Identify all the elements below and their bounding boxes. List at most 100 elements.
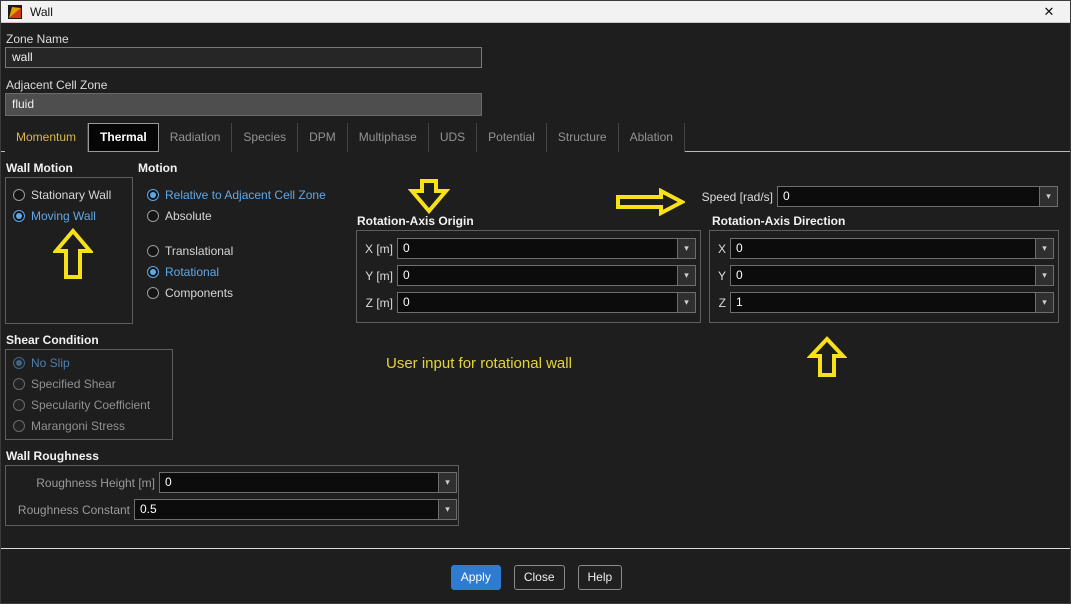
origin-z-combobox[interactable]: 0 ▾ (397, 292, 696, 313)
adjacent-cell-zone-label: Adjacent Cell Zone (6, 78, 107, 92)
chevron-down-icon[interactable]: ▾ (677, 266, 695, 285)
radio-icon (13, 378, 25, 390)
roughness-height-combobox[interactable]: 0 ▾ (159, 472, 457, 493)
tab-thermal[interactable]: Thermal (88, 123, 159, 152)
rotation-origin-title: Rotation-Axis Origin (357, 214, 474, 228)
chevron-down-icon[interactable]: ▾ (677, 293, 695, 312)
direction-z-value: 1 (731, 293, 1035, 312)
radio-specularity-coefficient[interactable]: Specularity Coefficient (13, 398, 150, 412)
roughness-constant-label: Roughness Constant (10, 503, 130, 517)
origin-z-value: 0 (398, 293, 677, 312)
help-button[interactable]: Help (578, 565, 623, 590)
radio-relative-to-adjacent[interactable]: Relative to Adjacent Cell Zone (147, 188, 326, 202)
direction-y-label: Y (716, 269, 726, 283)
radio-icon (147, 210, 159, 222)
radio-absolute[interactable]: Absolute (147, 209, 212, 223)
direction-y-value: 0 (731, 266, 1035, 285)
radio-label: Stationary Wall (31, 188, 111, 202)
radio-label: Specified Shear (31, 377, 116, 391)
origin-x-label: X [m] (363, 242, 393, 256)
direction-z-label: Z (716, 296, 726, 310)
tab-species[interactable]: Species (232, 123, 298, 152)
wall-roughness-title: Wall Roughness (6, 449, 99, 463)
roughness-constant-value: 0.5 (135, 500, 438, 519)
tab-potential[interactable]: Potential (477, 123, 547, 152)
radio-no-slip[interactable]: No Slip (13, 356, 70, 370)
apply-button[interactable]: Apply (451, 565, 501, 590)
radio-stationary-wall[interactable]: Stationary Wall (13, 188, 111, 202)
radio-label: Translational (165, 244, 233, 258)
tab-uds[interactable]: UDS (429, 123, 477, 152)
radio-icon (13, 357, 25, 369)
tabbar: Momentum Thermal Radiation Species DPM M… (5, 123, 685, 152)
radio-icon (147, 287, 159, 299)
radio-label: Components (165, 286, 233, 300)
zone-name-label: Zone Name (6, 32, 69, 46)
wall-motion-title: Wall Motion (6, 161, 73, 175)
wall-roughness-group: Roughness Height [m] 0 ▾ Roughness Const… (5, 465, 459, 526)
radio-label: Marangoni Stress (31, 419, 125, 433)
radio-label: Relative to Adjacent Cell Zone (165, 188, 326, 202)
radio-icon (13, 210, 25, 222)
chevron-down-icon[interactable]: ▾ (438, 473, 456, 492)
tab-momentum[interactable]: Momentum (5, 123, 88, 152)
radio-label: Moving Wall (31, 209, 96, 223)
tab-ablation[interactable]: Ablation (619, 123, 685, 152)
direction-x-label: X (716, 242, 726, 256)
radio-label: No Slip (31, 356, 70, 370)
radio-icon (13, 189, 25, 201)
rotation-direction-group: X 0 ▾ Y 0 ▾ Z 1 ▾ (709, 230, 1059, 323)
tab-radiation[interactable]: Radiation (159, 123, 233, 152)
radio-label: Specularity Coefficient (31, 398, 150, 412)
window-title: Wall (30, 5, 53, 19)
direction-y-combobox[interactable]: 0 ▾ (730, 265, 1054, 286)
annotation-note: User input for rotational wall (386, 355, 572, 372)
dialog-buttons: Apply Close Help (1, 565, 1071, 590)
zone-name-input[interactable]: wall (5, 47, 482, 68)
annotation-arrow-up-moving-wall (53, 228, 93, 280)
radio-icon (147, 266, 159, 278)
roughness-height-value: 0 (160, 473, 438, 492)
radio-moving-wall[interactable]: Moving Wall (13, 209, 96, 223)
chevron-down-icon[interactable]: ▾ (1035, 239, 1053, 258)
chevron-down-icon[interactable]: ▾ (1035, 293, 1053, 312)
chevron-down-icon[interactable]: ▾ (438, 500, 456, 519)
rotation-origin-group: X [m] 0 ▾ Y [m] 0 ▾ Z [m] 0 ▾ (356, 230, 701, 323)
radio-label: Absolute (165, 209, 212, 223)
radio-icon (13, 399, 25, 411)
origin-x-combobox[interactable]: 0 ▾ (397, 238, 696, 259)
wall-dialog: Wall ✕ Zone Name wall Adjacent Cell Zone… (0, 0, 1071, 604)
direction-x-value: 0 (731, 239, 1035, 258)
direction-x-combobox[interactable]: 0 ▾ (730, 238, 1054, 259)
radio-components[interactable]: Components (147, 286, 233, 300)
origin-y-value: 0 (398, 266, 677, 285)
radio-icon (147, 189, 159, 201)
radio-rotational[interactable]: Rotational (147, 265, 219, 279)
tab-multiphase[interactable]: Multiphase (348, 123, 429, 152)
origin-z-label: Z [m] (363, 296, 393, 310)
tab-dpm[interactable]: DPM (298, 123, 348, 152)
roughness-constant-combobox[interactable]: 0.5 ▾ (134, 499, 457, 520)
origin-y-label: Y [m] (363, 269, 393, 283)
app-icon (8, 5, 22, 19)
radio-icon (147, 245, 159, 257)
speed-combobox[interactable]: 0 ▾ (777, 186, 1058, 207)
motion-title: Motion (138, 161, 177, 175)
separator-line (1, 548, 1071, 549)
chevron-down-icon[interactable]: ▾ (677, 239, 695, 258)
radio-marangoni-stress[interactable]: Marangoni Stress (13, 419, 125, 433)
annotation-arrow-right-speed (615, 188, 685, 216)
chevron-down-icon[interactable]: ▾ (1039, 187, 1057, 206)
annotation-arrow-down-rotation-origin (408, 178, 450, 214)
radio-translational[interactable]: Translational (147, 244, 233, 258)
direction-z-combobox[interactable]: 1 ▾ (730, 292, 1054, 313)
radio-icon (13, 420, 25, 432)
radio-label: Rotational (165, 265, 219, 279)
origin-y-combobox[interactable]: 0 ▾ (397, 265, 696, 286)
annotation-arrow-up-rotation-direction (807, 336, 847, 378)
close-icon[interactable]: ✕ (1040, 3, 1058, 21)
radio-specified-shear[interactable]: Specified Shear (13, 377, 116, 391)
tab-structure[interactable]: Structure (547, 123, 619, 152)
chevron-down-icon[interactable]: ▾ (1035, 266, 1053, 285)
close-button[interactable]: Close (514, 565, 565, 590)
